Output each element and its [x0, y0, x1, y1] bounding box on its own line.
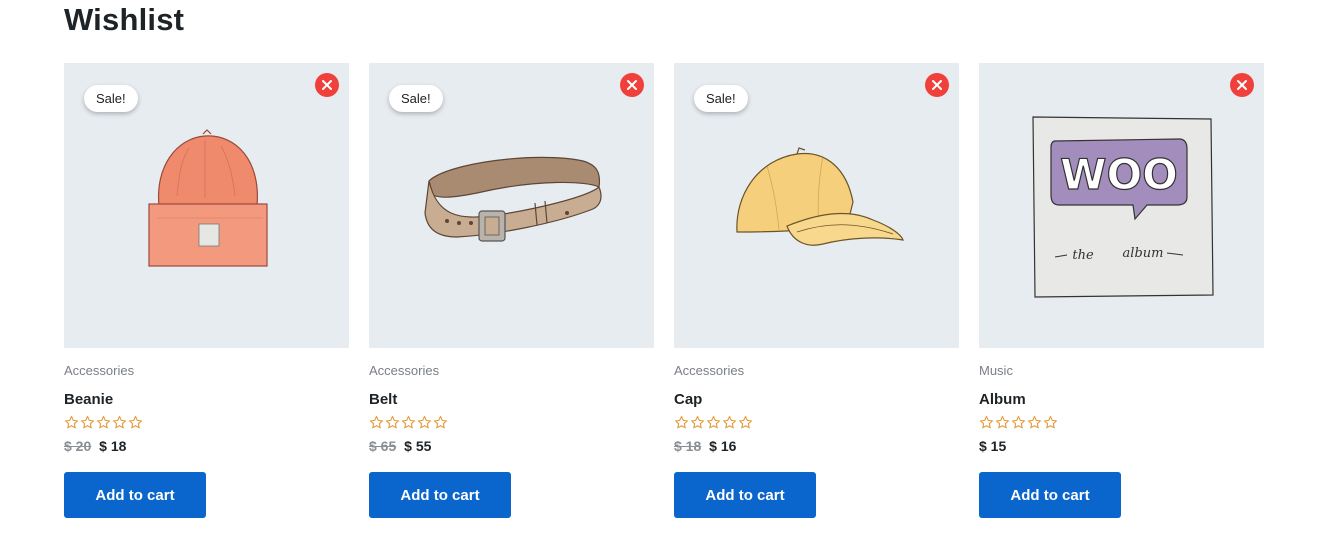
product-category[interactable]: Accessories: [674, 363, 959, 379]
original-price: $ 65: [369, 438, 397, 454]
product-category[interactable]: Accessories: [369, 363, 654, 379]
star-icon: [707, 416, 720, 429]
add-to-cart-button[interactable]: Add to cart: [369, 472, 511, 518]
product-price: $ 15: [979, 438, 1264, 456]
sale-badge: Sale!: [389, 85, 443, 112]
wishlist-page: Wishlist Sale! Accessories Beanie $ 20 $…: [0, 0, 1332, 552]
product-grid: Sale! Accessories Beanie $ 20 $ 18 Add t…: [64, 63, 1264, 518]
star-icon: [386, 416, 399, 429]
star-icon: [980, 416, 993, 429]
star-icon: [65, 416, 78, 429]
product-card: Sale! Accessories Beanie $ 20 $ 18 Add t…: [64, 63, 349, 518]
product-price: $ 18 $ 16: [674, 438, 959, 456]
product-image[interactable]: Sale!: [369, 63, 654, 348]
product-card: Sale! Accessories Cap $ 18 $ 16 Add to c…: [674, 63, 959, 518]
star-icon: [739, 416, 752, 429]
star-icon: [97, 416, 110, 429]
product-name[interactable]: Album: [979, 391, 1264, 409]
product-image[interactable]: Sale!: [64, 63, 349, 348]
star-icon: [996, 416, 1009, 429]
product-name[interactable]: Beanie: [64, 391, 349, 409]
star-icon: [113, 416, 126, 429]
product-price: $ 65 $ 55: [369, 438, 654, 456]
close-icon: [322, 80, 332, 90]
remove-button[interactable]: [620, 73, 644, 97]
beanie-illustration: [147, 128, 268, 267]
page-title: Wishlist: [64, 2, 185, 37]
close-icon: [627, 80, 637, 90]
star-icon: [129, 416, 142, 429]
remove-button[interactable]: [315, 73, 339, 97]
original-price: $ 20: [64, 438, 92, 454]
add-to-cart-button[interactable]: Add to cart: [674, 472, 816, 518]
star-rating: [64, 415, 349, 431]
product-card: WOO the album Music Album $ 15 Add to ca…: [979, 63, 1264, 518]
album-caption-right: album: [1122, 246, 1163, 261]
star-icon: [1044, 416, 1057, 429]
sale-price: $ 18: [99, 438, 127, 454]
star-icon: [402, 416, 415, 429]
product-image[interactable]: Sale!: [674, 63, 959, 348]
original-price: $ 18: [674, 438, 702, 454]
cap-illustration: [735, 146, 904, 246]
product-price: $ 20 $ 18: [64, 438, 349, 456]
product-category[interactable]: Music: [979, 363, 1264, 379]
sale-badge: Sale!: [694, 85, 748, 112]
star-rating: [369, 415, 654, 431]
star-rating: [674, 415, 959, 431]
star-icon: [418, 416, 431, 429]
star-icon: [675, 416, 688, 429]
star-icon: [1012, 416, 1025, 429]
remove-button[interactable]: [925, 73, 949, 97]
belt-illustration: [423, 156, 602, 242]
star-icon: [81, 416, 94, 429]
sale-price: $ 16: [709, 438, 737, 454]
close-icon: [932, 80, 942, 90]
product-image[interactable]: WOO the album: [979, 63, 1264, 348]
album-caption-left: the: [1072, 248, 1094, 263]
star-icon: [723, 416, 736, 429]
star-icon: [370, 416, 383, 429]
sale-badge: Sale!: [84, 85, 138, 112]
close-icon: [1237, 80, 1247, 90]
star-icon: [691, 416, 704, 429]
sale-price: $ 15: [979, 438, 1007, 454]
star-icon: [1028, 416, 1041, 429]
product-category[interactable]: Accessories: [64, 363, 349, 379]
remove-button[interactable]: [1230, 73, 1254, 97]
star-rating: [979, 415, 1264, 431]
album-illustration: WOO the album: [1031, 115, 1214, 298]
add-to-cart-button[interactable]: Add to cart: [64, 472, 206, 518]
sale-price: $ 55: [404, 438, 432, 454]
add-to-cart-button[interactable]: Add to cart: [979, 472, 1121, 518]
product-card: Sale! Accessories Belt $ 65 $ 55 Add to …: [369, 63, 654, 518]
product-name[interactable]: Cap: [674, 391, 959, 409]
product-name[interactable]: Belt: [369, 391, 654, 409]
star-icon: [434, 416, 447, 429]
album-logo-text: WOO: [1060, 150, 1178, 199]
